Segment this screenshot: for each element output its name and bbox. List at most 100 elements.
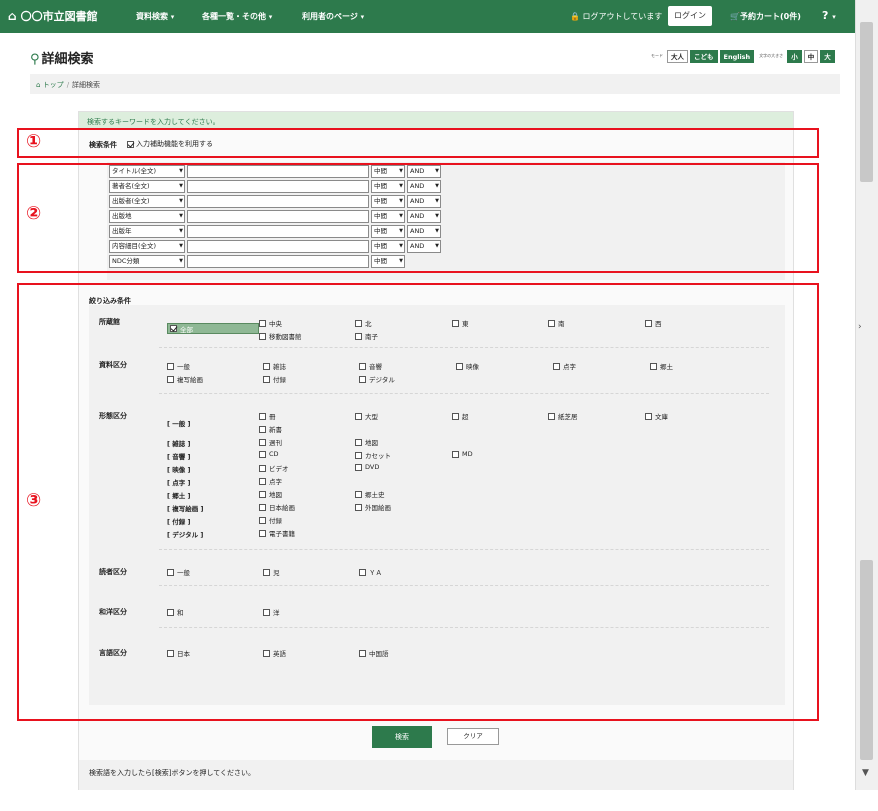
- format-option[interactable]: 付録: [259, 515, 282, 525]
- format-option[interactable]: 電子書籍: [259, 528, 295, 538]
- checkbox[interactable]: [355, 332, 362, 340]
- checkbox[interactable]: [259, 503, 266, 511]
- checkbox[interactable]: [259, 464, 266, 472]
- checkbox[interactable]: [452, 450, 459, 458]
- checkbox[interactable]: [355, 412, 362, 420]
- keyword-input[interactable]: [187, 255, 369, 268]
- clear-button[interactable]: クリア: [447, 728, 499, 745]
- material-option[interactable]: 郷土: [650, 361, 673, 371]
- keyword-input[interactable]: [187, 240, 369, 253]
- reservation-cart-link[interactable]: 🛒予約カート(0件): [730, 11, 801, 22]
- checkbox[interactable]: [359, 375, 366, 383]
- format-option[interactable]: 日本絵画: [259, 502, 295, 512]
- field-select[interactable]: NDC分類: [109, 255, 185, 268]
- operator-select[interactable]: AND: [407, 165, 441, 178]
- keyword-input[interactable]: [187, 165, 369, 178]
- text-size-large-button[interactable]: 大: [820, 49, 835, 63]
- format-option[interactable]: 週刊: [259, 437, 282, 447]
- format-option[interactable]: CD: [259, 450, 279, 458]
- checkbox[interactable]: [452, 412, 459, 420]
- match-select[interactable]: 中間: [371, 240, 405, 253]
- format-option[interactable]: 地図: [355, 437, 378, 447]
- checkbox[interactable]: [259, 477, 266, 485]
- checkbox[interactable]: [355, 451, 362, 459]
- format-option[interactable]: MD: [452, 450, 473, 458]
- nav-user-page[interactable]: 利用者のページ ▾: [302, 11, 364, 22]
- checkbox[interactable]: [355, 490, 362, 498]
- operator-select[interactable]: AND: [407, 210, 441, 223]
- library-option[interactable]: 南: [548, 318, 565, 328]
- format-option[interactable]: 外国絵画: [355, 502, 391, 512]
- material-option[interactable]: 一般: [167, 361, 190, 371]
- library-option[interactable]: 北: [355, 318, 372, 328]
- checkbox[interactable]: [355, 319, 362, 327]
- format-option[interactable]: 新書: [259, 424, 282, 434]
- format-option[interactable]: 文庫: [645, 411, 668, 421]
- checkbox[interactable]: [167, 608, 174, 616]
- language-option[interactable]: 中国語: [359, 648, 389, 658]
- checkbox[interactable]: [259, 529, 266, 537]
- library-option[interactable]: 西: [645, 318, 662, 328]
- checkbox[interactable]: [263, 375, 270, 383]
- keyword-input[interactable]: [187, 210, 369, 223]
- material-option[interactable]: 雑誌: [263, 361, 286, 371]
- checkbox[interactable]: [259, 490, 266, 498]
- keyword-input[interactable]: [187, 225, 369, 238]
- mode-kids-button[interactable]: こども: [690, 49, 718, 63]
- reader-option[interactable]: 児: [263, 567, 280, 577]
- material-option[interactable]: 複写絵画: [167, 374, 203, 384]
- operator-select[interactable]: AND: [407, 180, 441, 193]
- field-select[interactable]: 出版者(全文): [109, 195, 185, 208]
- keyword-input[interactable]: [187, 195, 369, 208]
- checkbox[interactable]: [259, 425, 266, 433]
- checkbox[interactable]: [355, 503, 362, 511]
- material-option[interactable]: 映像: [456, 361, 479, 371]
- reader-option[interactable]: ＹＡ: [359, 567, 382, 577]
- format-option[interactable]: 大型: [355, 411, 378, 421]
- checkbox[interactable]: [355, 463, 362, 471]
- checkbox[interactable]: [259, 412, 266, 420]
- checkbox[interactable]: [359, 568, 366, 576]
- mode-adult-button[interactable]: 大人: [667, 49, 688, 63]
- checkbox[interactable]: [548, 412, 555, 420]
- checkbox[interactable]: [645, 319, 652, 327]
- match-select[interactable]: 中間: [371, 195, 405, 208]
- format-option[interactable]: 紙芝居: [548, 411, 578, 421]
- checkbox[interactable]: [259, 332, 266, 340]
- page-scrollbar[interactable]: › ▼: [855, 0, 878, 790]
- operator-select[interactable]: AND: [407, 195, 441, 208]
- material-option[interactable]: 音響: [359, 361, 382, 371]
- language-option[interactable]: 英語: [263, 648, 286, 658]
- breadcrumb-home[interactable]: ⌂ トップ: [36, 81, 64, 89]
- input-assist-checkbox[interactable]: [127, 140, 134, 148]
- checkbox[interactable]: [263, 568, 270, 576]
- site-brand[interactable]: ⌂ 〇〇市立図書館: [8, 8, 98, 24]
- library-all-option[interactable]: 全部: [167, 323, 259, 334]
- operator-select[interactable]: AND: [407, 225, 441, 238]
- checkbox[interactable]: [167, 362, 174, 370]
- checkbox[interactable]: [167, 649, 174, 657]
- checkbox[interactable]: [553, 362, 560, 370]
- checkbox[interactable]: [259, 516, 266, 524]
- checkbox[interactable]: [452, 319, 459, 327]
- text-size-medium-button[interactable]: 中: [803, 49, 819, 63]
- field-select[interactable]: 著者名(全文): [109, 180, 185, 193]
- checkbox[interactable]: [167, 568, 174, 576]
- login-button[interactable]: ログイン: [668, 6, 712, 26]
- match-select[interactable]: 中間: [371, 255, 405, 268]
- checkbox[interactable]: [263, 608, 270, 616]
- material-option[interactable]: 付録: [263, 374, 286, 384]
- checkbox[interactable]: [645, 412, 652, 420]
- format-option[interactable]: カセット: [355, 450, 391, 460]
- format-option[interactable]: 超: [452, 411, 469, 421]
- keyword-input[interactable]: [187, 180, 369, 193]
- search-button[interactable]: 検索: [372, 726, 432, 748]
- match-select[interactable]: 中間: [371, 210, 405, 223]
- checkbox[interactable]: [259, 450, 266, 458]
- match-select[interactable]: 中間: [371, 180, 405, 193]
- library-option[interactable]: 東: [452, 318, 469, 328]
- operator-select[interactable]: AND: [407, 240, 441, 253]
- help-button[interactable]: ? ▾: [822, 9, 836, 22]
- checkbox[interactable]: [263, 362, 270, 370]
- nav-lists-other[interactable]: 各種一覧・その他 ▾: [202, 11, 272, 22]
